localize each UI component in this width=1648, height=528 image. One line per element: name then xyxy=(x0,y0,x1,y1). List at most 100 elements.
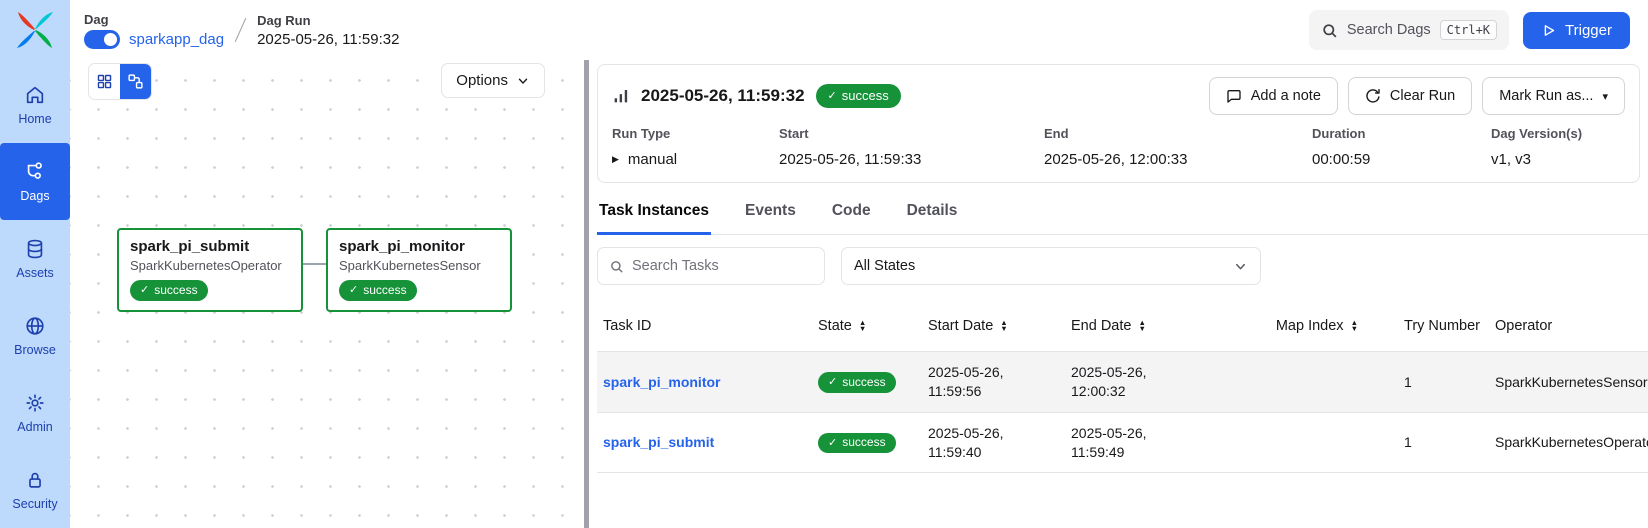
try-number-cell: 1 xyxy=(1368,423,1483,462)
check-icon: ✓ xyxy=(140,283,149,297)
status-badge: ✓success xyxy=(818,433,896,454)
breadcrumb-separator xyxy=(235,18,246,42)
duration-value: 00:00:59 xyxy=(1312,151,1491,168)
breadcrumb-run-group: Dag Run 2025-05-26, 11:59:32 xyxy=(257,13,399,48)
clear-run-label: Clear Run xyxy=(1390,88,1455,104)
sidebar-item-home[interactable]: Home xyxy=(0,66,70,143)
home-icon xyxy=(24,84,46,106)
dag-graph-pane[interactable]: Options spark_pi_submit SparkKubernetesO… xyxy=(70,60,584,528)
sidebar-item-label: Home xyxy=(18,112,51,126)
sidebar-item-browse[interactable]: Browse xyxy=(0,297,70,374)
task-filters: All States xyxy=(597,247,1648,285)
search-icon xyxy=(1321,22,1338,39)
run-type-value: manual xyxy=(628,151,677,168)
col-end-date: End Date▲▼ xyxy=(1065,318,1208,334)
map-index-cell xyxy=(1208,433,1368,453)
col-start-date: Start Date▲▼ xyxy=(922,318,1065,334)
task-node-spark-pi-submit[interactable]: spark_pi_submit SparkKubernetesOperator … xyxy=(117,228,303,312)
col-operator: Operator xyxy=(1483,318,1648,334)
detail-tabs: Task Instances Events Code Details xyxy=(597,191,1648,235)
status-badge: ✓success xyxy=(339,280,417,301)
grid-icon xyxy=(96,73,113,90)
end-date-cell: 2025-05-26, 11:59:49 xyxy=(1071,424,1183,462)
table-header-row: Task ID State▲▼ Start Date▲▼ End Date▲▼ … xyxy=(597,301,1648,351)
trigger-label: Trigger xyxy=(1565,22,1612,39)
top-bar: Dag sparkapp_dag Dag Run 2025-05-26, 11:… xyxy=(0,0,1648,60)
expand-icon[interactable]: ▶ xyxy=(612,154,619,165)
graph-view-button[interactable] xyxy=(120,64,151,99)
table-row: spark_pi_submit ✓success 2025-05-26, 11:… xyxy=(597,412,1648,473)
airflow-pinwheel-icon xyxy=(15,10,55,50)
sort-icon[interactable]: ▲▼ xyxy=(1000,320,1007,333)
sidebar-item-security[interactable]: Security xyxy=(0,451,70,528)
table-row: spark_pi_monitor ✓success 2025-05-26, 11… xyxy=(597,351,1648,412)
run-status-badge: ✓success xyxy=(816,84,901,108)
task-node-title: spark_pi_monitor xyxy=(339,238,499,255)
col-state: State▲▼ xyxy=(812,318,922,334)
dag-versions-label: Dag Version(s) xyxy=(1491,126,1625,141)
tab-details[interactable]: Details xyxy=(905,191,960,235)
search-tasks-input[interactable] xyxy=(632,258,813,274)
view-mode-toggle xyxy=(88,63,152,100)
task-node-spark-pi-monitor[interactable]: spark_pi_monitor SparkKubernetesSensor ✓… xyxy=(326,228,512,312)
run-type-label: Run Type xyxy=(612,126,779,141)
sidebar-item-admin[interactable]: Admin xyxy=(0,374,70,451)
gear-icon xyxy=(24,392,46,414)
add-note-button[interactable]: Add a note xyxy=(1209,77,1338,115)
airflow-logo[interactable] xyxy=(0,0,70,60)
tab-code[interactable]: Code xyxy=(830,191,873,235)
col-map-index: Map Index▲▼ xyxy=(1208,318,1368,334)
run-summary-card: 2025-05-26, 11:59:32 ✓success Add a note xyxy=(597,64,1640,183)
tab-events[interactable]: Events xyxy=(743,191,798,235)
end-value: 2025-05-26, 12:00:33 xyxy=(1044,151,1312,168)
graph-options-button[interactable]: Options xyxy=(441,63,545,98)
task-instances-table: Task ID State▲▼ Start Date▲▼ End Date▲▼ … xyxy=(597,301,1648,473)
map-index-cell xyxy=(1208,372,1368,392)
task-id-link[interactable]: spark_pi_monitor xyxy=(597,363,812,402)
sidebar-item-label: Assets xyxy=(16,266,54,280)
operator-cell: SparkKubernetesSensor xyxy=(1483,363,1648,402)
task-node-operator: SparkKubernetesSensor xyxy=(339,258,499,273)
message-icon xyxy=(1226,88,1242,104)
mark-run-as-button[interactable]: Mark Run as... ▾ xyxy=(1482,77,1625,115)
task-id-link[interactable]: spark_pi_submit xyxy=(597,423,812,462)
search-dags-label: Search Dags xyxy=(1347,22,1431,38)
trigger-button[interactable]: Trigger xyxy=(1523,12,1630,49)
task-node-operator: SparkKubernetesOperator xyxy=(130,258,290,273)
end-date-cell: 2025-05-26, 12:00:32 xyxy=(1071,363,1183,401)
grid-view-button[interactable] xyxy=(89,64,120,99)
check-icon: ✓ xyxy=(828,89,837,103)
state-filter-value: All States xyxy=(854,258,915,274)
sidebar-item-assets[interactable]: Assets xyxy=(0,220,70,297)
dag-label: Dag xyxy=(84,12,224,27)
search-dags-button[interactable]: Search Dags Ctrl+K xyxy=(1309,10,1509,50)
chevron-down-icon xyxy=(1233,259,1248,274)
check-icon: ✓ xyxy=(828,436,837,450)
chevron-down-icon xyxy=(516,74,530,88)
sidebar-item-label: Browse xyxy=(14,343,56,357)
state-filter-select[interactable]: All States xyxy=(841,247,1261,285)
sidebar-item-dags[interactable]: Dags xyxy=(0,143,70,220)
topbar-actions: Search Dags Ctrl+K Trigger xyxy=(1309,10,1648,50)
tab-task-instances[interactable]: Task Instances xyxy=(597,191,711,235)
redo-icon xyxy=(1365,88,1381,104)
start-value: 2025-05-26, 11:59:33 xyxy=(779,151,1044,168)
options-label: Options xyxy=(456,72,508,89)
start-date-cell: 2025-05-26, 11:59:40 xyxy=(928,424,1040,462)
workflow-icon xyxy=(127,73,144,90)
sort-icon[interactable]: ▲▼ xyxy=(1351,320,1358,333)
sort-icon[interactable]: ▲▼ xyxy=(859,320,866,333)
breadcrumb-dag-group: Dag sparkapp_dag xyxy=(84,12,224,49)
search-tasks-field[interactable] xyxy=(597,247,825,285)
end-label: End xyxy=(1044,126,1312,141)
sidebar-item-label: Dags xyxy=(20,189,49,203)
dag-pause-toggle[interactable] xyxy=(84,30,120,49)
dag-name-link[interactable]: sparkapp_dag xyxy=(129,31,224,48)
status-badge: ✓success xyxy=(818,372,896,393)
clear-run-button[interactable]: Clear Run xyxy=(1348,77,1472,115)
col-try-number: Try Number xyxy=(1368,318,1483,334)
play-icon xyxy=(1541,23,1556,38)
sort-icon[interactable]: ▲▼ xyxy=(1138,320,1145,333)
dag-versions-value: v1, v3 xyxy=(1491,151,1625,168)
lock-icon xyxy=(24,469,46,491)
